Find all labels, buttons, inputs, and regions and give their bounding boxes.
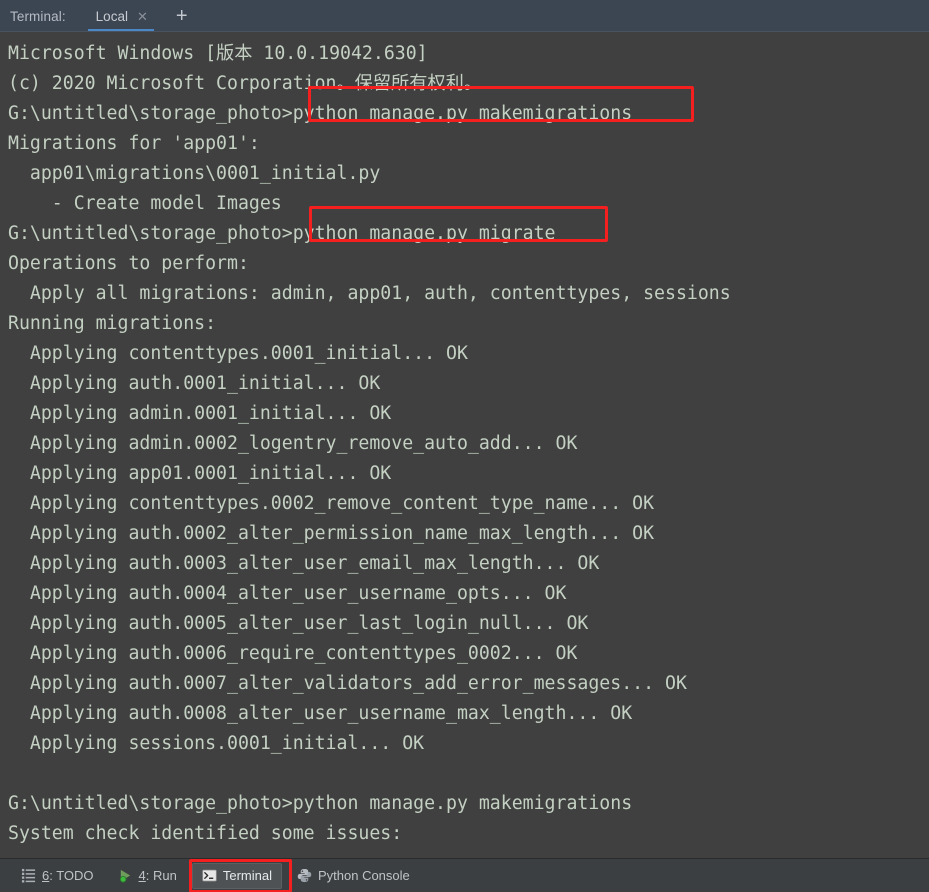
terminal-line: Running migrations:	[8, 313, 217, 334]
terminal-line: (c) 2020 Microsoft Corporation。保留所有权利。	[8, 73, 482, 94]
terminal-line: - Create model Images	[8, 193, 282, 214]
terminal-line: Applying auth.0004_alter_user_username_o…	[8, 583, 567, 604]
status-bar-item-todo[interactable]: 6: TODO	[12, 863, 103, 889]
terminal-text-lines: Microsoft Windows [版本 10.0.19042.630] (c)…	[8, 39, 929, 849]
terminal-line: G:\untitled\storage_photo>python manage.…	[8, 223, 556, 244]
terminal-line: Applying sessions.0001_initial... OK	[8, 733, 425, 754]
todo-list-icon	[21, 868, 36, 883]
tool-window-status-bar: 6: TODO 4: Run Terminal Python Console	[0, 858, 929, 892]
status-bar-item-text: : TODO	[49, 868, 94, 883]
terminal-line: Applying auth.0006_require_contenttypes_…	[8, 643, 578, 664]
terminal-line: Applying auth.0007_alter_validators_add_…	[8, 673, 687, 694]
status-bar-items: 6: TODO 4: Run Terminal Python Console	[12, 862, 425, 889]
status-bar-item-label: 4: Run	[139, 868, 177, 883]
terminal-line: Applying contenttypes.0002_remove_conten…	[8, 493, 655, 514]
terminal-line: Migrations for 'app01':	[8, 133, 260, 154]
status-bar-item-label: 6: TODO	[42, 868, 94, 883]
status-bar-item-shortcut: 4	[138, 868, 146, 883]
status-bar-item-text: Python Console	[317, 868, 410, 883]
terminal-line: G:\untitled\storage_photo>python manage.…	[8, 103, 633, 124]
terminal-line: Applying admin.0002_logentry_remove_auto…	[8, 433, 578, 454]
status-bar-item-terminal[interactable]: Terminal	[191, 862, 282, 889]
terminal-tab-label: Local	[95, 8, 128, 24]
status-bar-item-text: Terminal	[222, 868, 272, 883]
status-bar-item-pythonconsole[interactable]: Python Console	[288, 863, 419, 889]
terminal-line: Applying auth.0002_alter_permission_name…	[8, 523, 655, 544]
terminal-line: Applying app01.0001_initial... OK	[8, 463, 392, 484]
close-icon[interactable]: ✕	[137, 10, 148, 23]
terminal-tab-local[interactable]: Local ✕	[87, 0, 154, 32]
terminal-line: G:\untitled\storage_photo>python manage.…	[8, 793, 633, 814]
terminal-line: Operations to perform:	[8, 253, 249, 274]
status-bar-item-run[interactable]: 4: Run	[109, 863, 186, 889]
terminal-window-label: Terminal:	[10, 8, 66, 24]
terminal-line: Applying contenttypes.0001_initial... OK	[8, 343, 468, 364]
status-bar-item-label: Python Console	[318, 868, 410, 883]
terminal-tool-window-header: Terminal: Local ✕ +	[0, 0, 929, 32]
run-play-icon	[118, 868, 133, 883]
terminal-line: Applying auth.0008_alter_user_username_m…	[8, 703, 633, 724]
terminal-line: app01\migrations\0001_initial.py	[8, 163, 381, 184]
status-bar-item-text: : Run	[145, 868, 177, 883]
terminal-line: Applying admin.0001_initial... OK	[8, 403, 392, 424]
terminal-line: Applying auth.0003_alter_user_email_max_…	[8, 553, 600, 574]
terminal-line: Microsoft Windows [版本 10.0.19042.630]	[8, 43, 428, 64]
terminal-icon	[202, 868, 217, 883]
terminal-line: Applying auth.0001_initial... OK	[8, 373, 381, 394]
status-bar-item-label: Terminal	[223, 868, 272, 883]
terminal-output-area[interactable]: Microsoft Windows [版本 10.0.19042.630] (c)…	[0, 32, 929, 858]
add-tab-icon[interactable]: +	[170, 6, 194, 26]
terminal-line: System check identified some issues:	[8, 823, 403, 844]
terminal-line: Applying auth.0005_alter_user_last_login…	[8, 613, 589, 634]
terminal-line: Apply all migrations: admin, app01, auth…	[8, 283, 731, 304]
python-console-icon	[297, 868, 312, 883]
